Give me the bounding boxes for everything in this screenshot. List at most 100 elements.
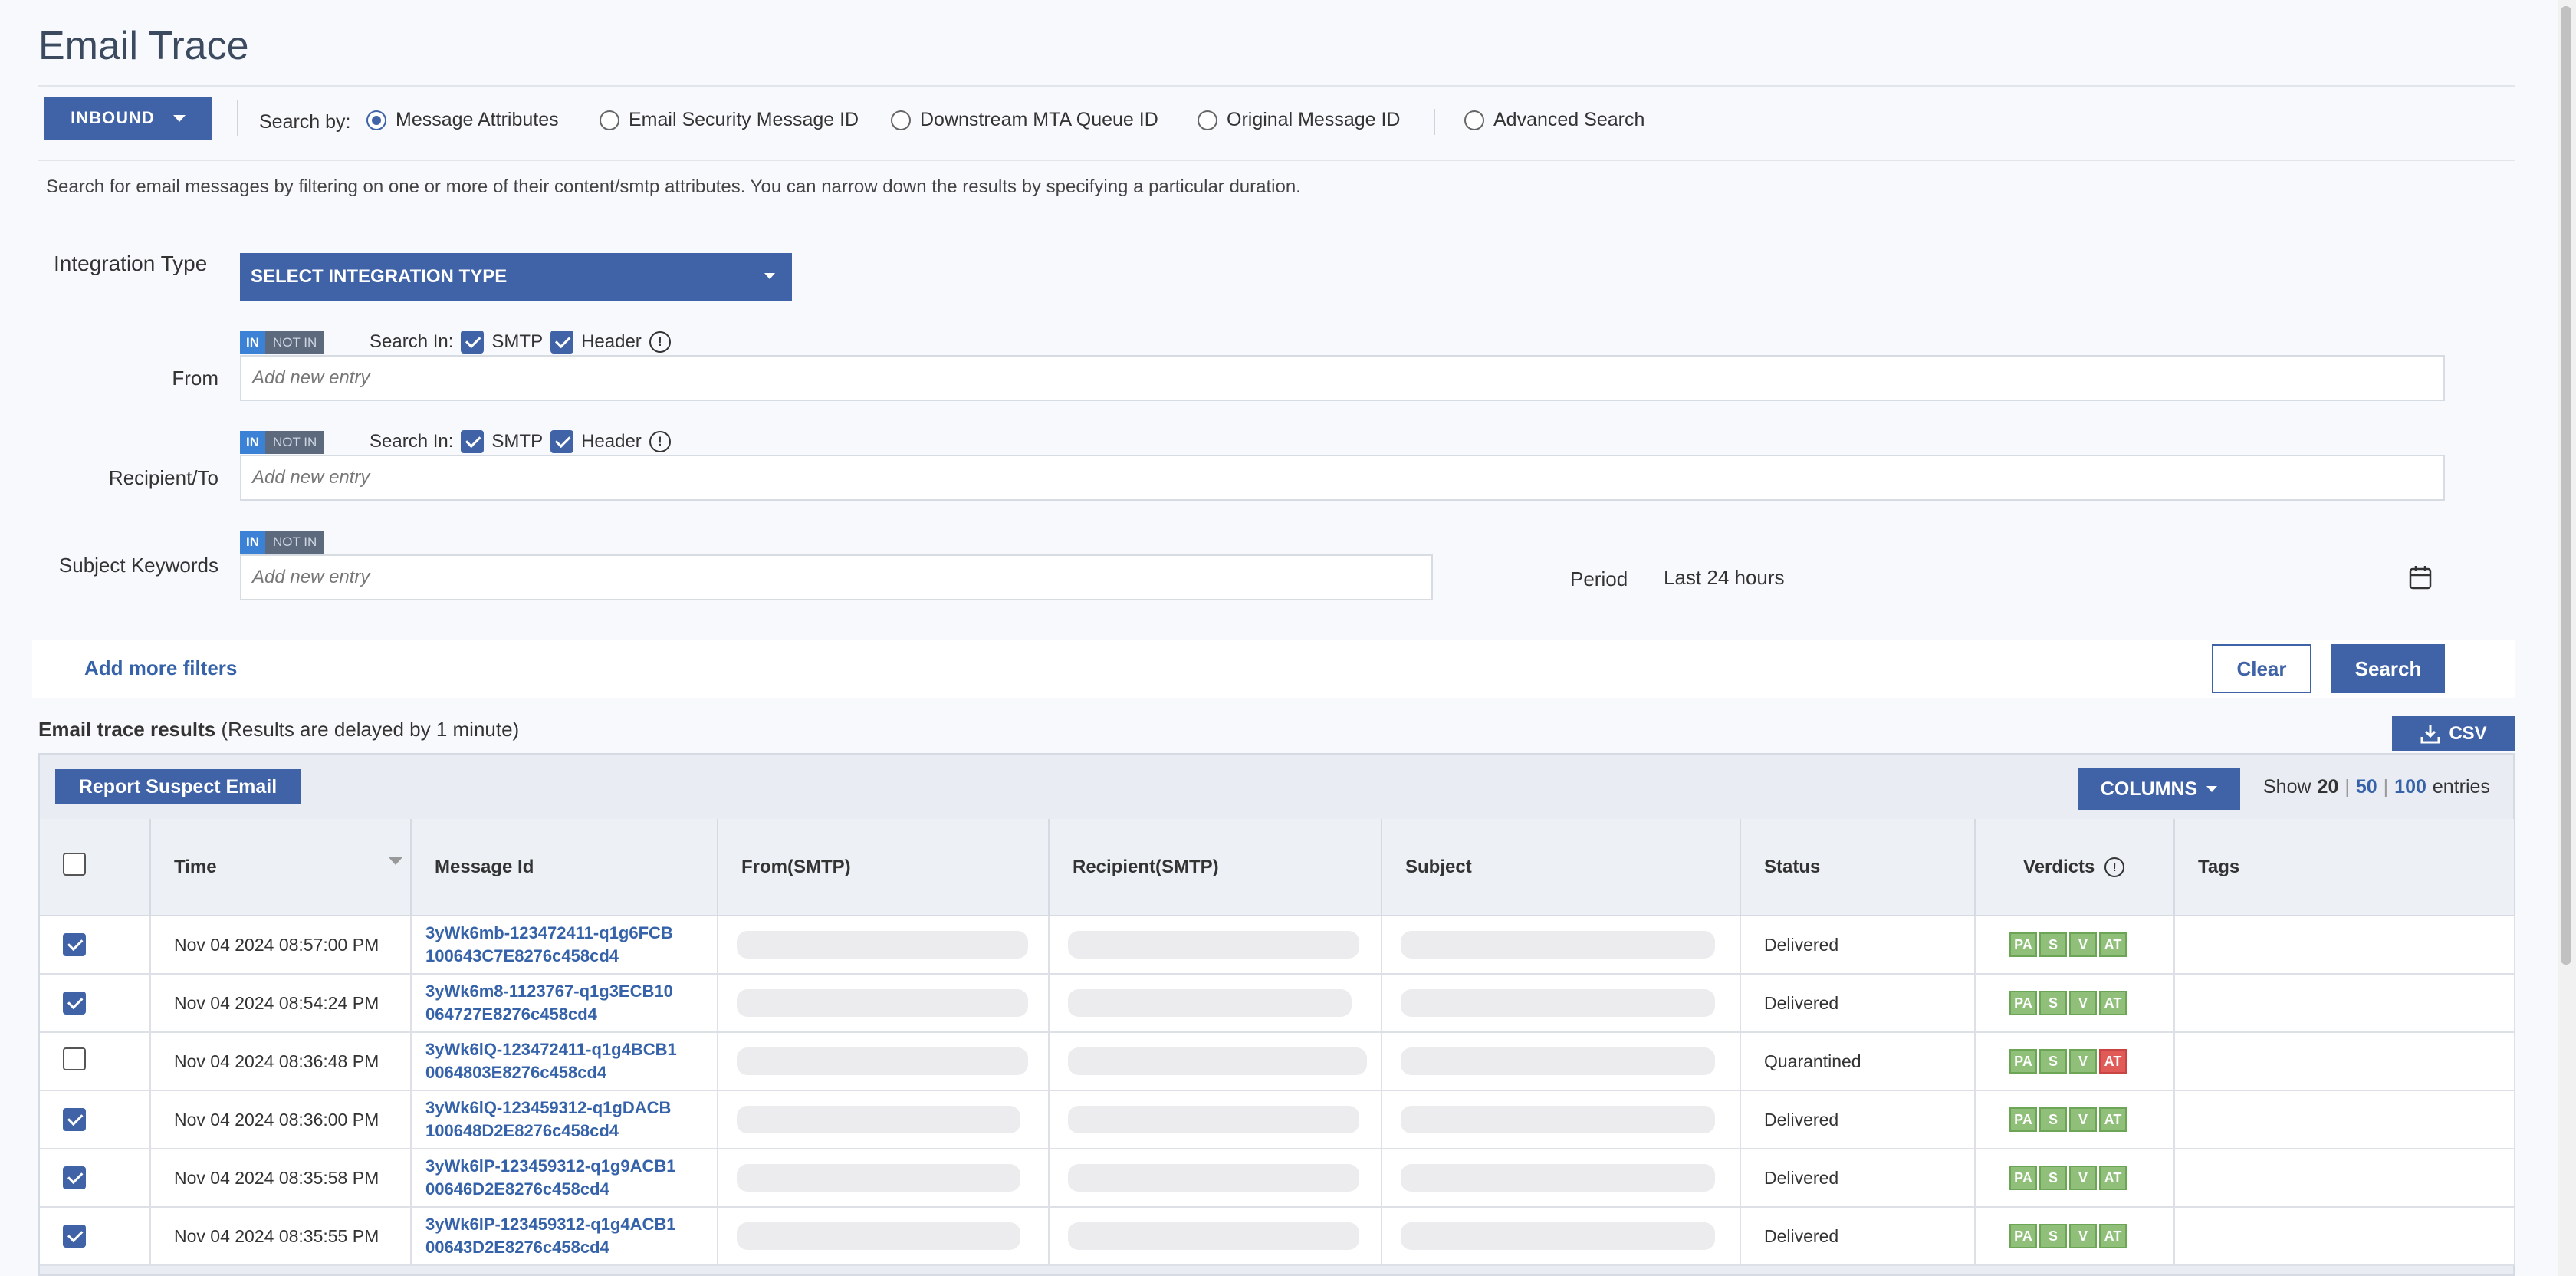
radio-icon[interactable] xyxy=(1464,110,1484,130)
integration-type-select[interactable]: SELECT INTEGRATION TYPE xyxy=(240,253,792,301)
radio-advanced-search[interactable]: Advanced Search xyxy=(1464,109,1644,131)
table-row[interactable]: Nov 04 2024 08:36:00 PM 3yWk6lQ-12345931… xyxy=(40,1090,2515,1149)
table-row[interactable]: Nov 04 2024 08:35:58 PM 3yWk6lP-12345931… xyxy=(40,1149,2515,1208)
report-suspect-email-button[interactable]: Report Suspect Email xyxy=(55,769,301,804)
verdict-badge: AT xyxy=(2099,991,2127,1015)
message-id-link[interactable]: 3yWk6mb-123472411-q1g6FCB 100643C7E8276c4… xyxy=(411,916,718,975)
radio-icon[interactable] xyxy=(600,110,619,130)
search-button[interactable]: Search xyxy=(2331,644,2445,693)
message-id-line: 0064803E8276c458cd4 xyxy=(426,1063,607,1082)
tags-cell xyxy=(2174,1207,2515,1266)
chevron-down-icon xyxy=(2206,786,2218,792)
info-icon[interactable]: ! xyxy=(2104,857,2125,878)
page-size-selector: Show 20 | 50 | 100 entries xyxy=(2263,776,2490,798)
from-column-header[interactable]: From(SMTP) xyxy=(718,819,1050,916)
toggle-in[interactable]: IN xyxy=(240,431,265,454)
redacted-value xyxy=(1068,931,1359,959)
message-id-link[interactable]: 3yWk6lP-123459312-q1g9ACB1 00646D2E8276c4… xyxy=(411,1149,718,1208)
select-all-header xyxy=(40,819,151,916)
verdict-badge: S xyxy=(2039,1166,2067,1190)
radio-label: Downstream MTA Queue ID xyxy=(920,109,1158,130)
row-checkbox[interactable] xyxy=(63,1225,86,1248)
radio-message-attributes[interactable]: Message Attributes xyxy=(366,109,559,131)
header-label: Subject xyxy=(1405,856,1472,877)
message-id-line: 3yWk6m8-1123767-q1g3ECB10 xyxy=(426,982,673,1001)
calendar-icon[interactable] xyxy=(2409,565,2432,590)
row-checkbox[interactable] xyxy=(63,1047,86,1070)
select-all-checkbox[interactable] xyxy=(63,853,86,876)
toggle-not-in[interactable]: NOT IN xyxy=(265,531,325,554)
subject-cell xyxy=(1382,916,1741,975)
radio-downstream-mta-queue-id[interactable]: Downstream MTA Queue ID xyxy=(891,109,1158,131)
table-row[interactable]: Nov 04 2024 08:35:55 PM 3yWk6lP-12345931… xyxy=(40,1207,2515,1266)
recipient-column-header[interactable]: Recipient(SMTP) xyxy=(1049,819,1382,916)
from-in-toggle[interactable]: IN NOT IN xyxy=(240,331,325,354)
toggle-in[interactable]: IN xyxy=(240,331,265,354)
clear-button[interactable]: Clear xyxy=(2212,644,2312,693)
row-checkbox[interactable] xyxy=(63,1108,86,1131)
radio-original-message-id[interactable]: Original Message ID xyxy=(1198,109,1400,131)
add-more-filters-link[interactable]: Add more filters xyxy=(84,656,237,680)
show-20[interactable]: 20 xyxy=(2318,776,2339,798)
tags-cell xyxy=(2174,1090,2515,1149)
show-50[interactable]: 50 xyxy=(2356,776,2377,798)
recipient-cell xyxy=(1049,1090,1382,1149)
message-id-line: 3yWk6lQ-123459312-q1gDACB xyxy=(426,1098,672,1117)
verdict-badge: PA xyxy=(2009,1107,2037,1132)
table-row[interactable]: Nov 04 2024 08:57:00 PM 3yWk6mb-12347241… xyxy=(40,916,2515,975)
toggle-in[interactable]: IN xyxy=(240,531,265,554)
direction-dropdown[interactable]: INBOUND xyxy=(44,97,212,140)
subject-in-toggle[interactable]: IN NOT IN xyxy=(240,531,325,554)
row-select-cell xyxy=(40,1207,151,1266)
info-icon[interactable]: ! xyxy=(649,331,671,353)
verdicts-cell: PA S V AT xyxy=(1975,974,2175,1033)
header-checkbox[interactable] xyxy=(550,331,574,354)
radio-email-security-message-id[interactable]: Email Security Message ID xyxy=(600,109,859,131)
tags-column-header[interactable]: Tags xyxy=(2174,819,2515,916)
show-100[interactable]: 100 xyxy=(2394,776,2426,798)
separator: | xyxy=(2344,776,2350,798)
subject-cell xyxy=(1382,1207,1741,1266)
recipient-in-toggle[interactable]: IN NOT IN xyxy=(240,431,325,454)
table-row[interactable]: Nov 04 2024 08:36:48 PM 3yWk6lQ-12347241… xyxy=(40,1032,2515,1091)
message-id-link[interactable]: 3yWk6lP-123459312-q1g4ACB1 00643D2E8276c4… xyxy=(411,1207,718,1266)
recipient-input[interactable]: Add new entry xyxy=(240,455,2445,501)
radio-icon[interactable] xyxy=(366,110,386,130)
message-id-link[interactable]: 3yWk6lQ-123459312-q1gDACB 100648D2E8276c4… xyxy=(411,1090,718,1149)
toggle-not-in[interactable]: NOT IN xyxy=(265,331,325,354)
header-label: Header xyxy=(581,331,642,352)
verdicts-column-header[interactable]: Verdicts ! xyxy=(1975,819,2175,916)
subject-column-header[interactable]: Subject xyxy=(1382,819,1741,916)
csv-button[interactable]: CSV xyxy=(2392,716,2515,751)
status-column-header[interactable]: Status xyxy=(1740,819,1976,916)
smtp-checkbox[interactable] xyxy=(461,331,485,354)
time-column-header[interactable]: Time xyxy=(150,819,412,916)
from-input[interactable]: Add new entry xyxy=(240,355,2445,401)
toggle-not-in[interactable]: NOT IN xyxy=(265,431,325,454)
row-checkbox[interactable] xyxy=(63,933,86,956)
redacted-value xyxy=(737,1047,1028,1075)
info-icon[interactable]: ! xyxy=(649,431,671,452)
row-select-cell xyxy=(40,1032,151,1091)
results-note: (Results are delayed by 1 minute) xyxy=(221,718,520,741)
message-id-link[interactable]: 3yWk6m8-1123767-q1g3ECB10 064727E8276c458… xyxy=(411,974,718,1033)
status-cell: Delivered xyxy=(1740,974,1976,1033)
message-id-link[interactable]: 3yWk6lQ-123472411-q1g4BCB1 0064803E8276c4… xyxy=(411,1032,718,1091)
row-checkbox[interactable] xyxy=(63,992,86,1015)
subject-input[interactable]: Add new entry xyxy=(240,554,1433,600)
time-cell: Nov 04 2024 08:36:00 PM xyxy=(150,1090,412,1149)
radio-icon[interactable] xyxy=(891,110,911,130)
table-row[interactable]: Nov 04 2024 08:54:24 PM 3yWk6m8-1123767-… xyxy=(40,974,2515,1033)
status-cell: Quarantined xyxy=(1740,1032,1976,1091)
period-select[interactable]: Last 24 hours xyxy=(1648,556,2446,599)
smtp-checkbox[interactable] xyxy=(461,430,485,453)
row-checkbox[interactable] xyxy=(63,1166,86,1189)
radio-icon[interactable] xyxy=(1198,110,1217,130)
header-checkbox[interactable] xyxy=(550,430,574,453)
message-id-column-header[interactable]: Message Id xyxy=(411,819,718,916)
verdict-badges: PA S V AT xyxy=(2009,991,2173,1015)
verdict-badges: PA S V AT xyxy=(2009,932,2173,957)
sort-icon[interactable] xyxy=(389,857,402,865)
columns-dropdown[interactable]: COLUMNS xyxy=(2078,768,2240,810)
scrollbar-thumb[interactable] xyxy=(2561,6,2571,965)
